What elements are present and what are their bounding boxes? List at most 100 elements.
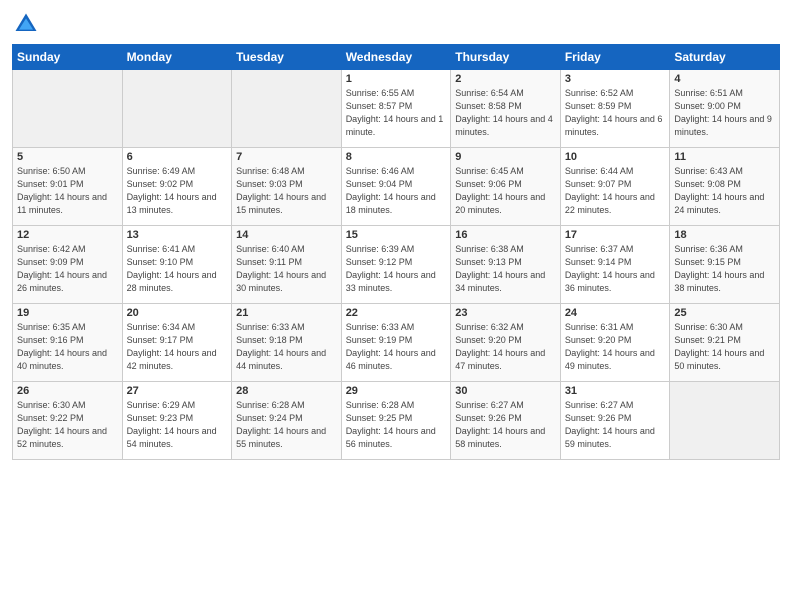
header-cell-sunday: Sunday (13, 45, 123, 70)
header-cell-friday: Friday (560, 45, 670, 70)
day-info: Sunrise: 6:43 AMSunset: 9:08 PMDaylight:… (674, 165, 775, 217)
logo-icon (12, 10, 40, 38)
day-cell: 23 Sunrise: 6:32 AMSunset: 9:20 PMDayligh… (451, 304, 561, 382)
day-info: Sunrise: 6:32 AMSunset: 9:20 PMDaylight:… (455, 321, 556, 373)
day-number: 3 (565, 73, 666, 85)
day-cell: 22 Sunrise: 6:33 AMSunset: 9:19 PMDayligh… (341, 304, 451, 382)
day-info: Sunrise: 6:42 AMSunset: 9:09 PMDaylight:… (17, 243, 118, 295)
day-cell: 19 Sunrise: 6:35 AMSunset: 9:16 PMDayligh… (13, 304, 123, 382)
day-number: 15 (346, 229, 447, 241)
day-info: Sunrise: 6:45 AMSunset: 9:06 PMDaylight:… (455, 165, 556, 217)
day-number: 13 (127, 229, 228, 241)
day-cell: 7 Sunrise: 6:48 AMSunset: 9:03 PMDaylight… (232, 148, 342, 226)
day-cell: 14 Sunrise: 6:40 AMSunset: 9:11 PMDayligh… (232, 226, 342, 304)
day-number: 31 (565, 385, 666, 397)
header (12, 10, 780, 38)
header-cell-saturday: Saturday (670, 45, 780, 70)
day-number: 14 (236, 229, 337, 241)
day-cell: 6 Sunrise: 6:49 AMSunset: 9:02 PMDaylight… (122, 148, 232, 226)
day-number: 8 (346, 151, 447, 163)
day-info: Sunrise: 6:40 AMSunset: 9:11 PMDaylight:… (236, 243, 337, 295)
day-info: Sunrise: 6:55 AMSunset: 8:57 PMDaylight:… (346, 87, 447, 139)
day-cell: 30 Sunrise: 6:27 AMSunset: 9:26 PMDayligh… (451, 382, 561, 460)
header-cell-monday: Monday (122, 45, 232, 70)
day-info: Sunrise: 6:31 AMSunset: 9:20 PMDaylight:… (565, 321, 666, 373)
day-cell: 5Sunrise: 6:50 AMSunset: 9:01 PMDaylight… (13, 148, 123, 226)
day-info: Sunrise: 6:27 AMSunset: 9:26 PMDaylight:… (565, 399, 666, 451)
day-info: Sunrise: 6:41 AMSunset: 9:10 PMDaylight:… (127, 243, 228, 295)
day-cell: 26 Sunrise: 6:30 AMSunset: 9:22 PMDayligh… (13, 382, 123, 460)
day-number: 10 (565, 151, 666, 163)
day-number: 11 (674, 151, 775, 163)
day-info: Sunrise: 6:29 AMSunset: 9:23 PMDaylight:… (127, 399, 228, 451)
day-number: 21 (236, 307, 337, 319)
day-cell: 15 Sunrise: 6:39 AMSunset: 9:12 PMDayligh… (341, 226, 451, 304)
day-number: 25 (674, 307, 775, 319)
day-info: Sunrise: 6:51 AMSunset: 9:00 PMDaylight:… (674, 87, 775, 139)
header-cell-tuesday: Tuesday (232, 45, 342, 70)
logo (12, 10, 44, 38)
day-cell: 20 Sunrise: 6:34 AMSunset: 9:17 PMDayligh… (122, 304, 232, 382)
day-number: 28 (236, 385, 337, 397)
day-cell: 4 Sunrise: 6:51 AMSunset: 9:00 PMDaylight… (670, 70, 780, 148)
day-info: Sunrise: 6:49 AMSunset: 9:02 PMDaylight:… (127, 165, 228, 217)
day-number: 1 (346, 73, 447, 85)
day-number: 19 (17, 307, 118, 319)
day-cell: 17 Sunrise: 6:37 AMSunset: 9:14 PMDayligh… (560, 226, 670, 304)
day-info: Sunrise: 6:33 AMSunset: 9:19 PMDaylight:… (346, 321, 447, 373)
day-number: 9 (455, 151, 556, 163)
day-info: Sunrise: 6:38 AMSunset: 9:13 PMDaylight:… (455, 243, 556, 295)
calendar-table: SundayMondayTuesdayWednesdayThursdayFrid… (12, 44, 780, 460)
day-number: 17 (565, 229, 666, 241)
page: SundayMondayTuesdayWednesdayThursdayFrid… (0, 0, 792, 612)
day-cell: 25Sunrise: 6:30 AMSunset: 9:21 PMDayligh… (670, 304, 780, 382)
day-info: Sunrise: 6:27 AMSunset: 9:26 PMDaylight:… (455, 399, 556, 451)
day-cell: 24Sunrise: 6:31 AMSunset: 9:20 PMDayligh… (560, 304, 670, 382)
day-cell: 18Sunrise: 6:36 AMSunset: 9:15 PMDayligh… (670, 226, 780, 304)
day-number: 16 (455, 229, 556, 241)
day-cell (122, 70, 232, 148)
day-number: 4 (674, 73, 775, 85)
day-cell: 2 Sunrise: 6:54 AMSunset: 8:58 PMDaylight… (451, 70, 561, 148)
header-row: SundayMondayTuesdayWednesdayThursdayFrid… (13, 45, 780, 70)
day-info: Sunrise: 6:30 AMSunset: 9:22 PMDaylight:… (17, 399, 118, 451)
day-cell: 13 Sunrise: 6:41 AMSunset: 9:10 PMDayligh… (122, 226, 232, 304)
day-cell: 1 Sunrise: 6:55 AMSunset: 8:57 PMDaylight… (341, 70, 451, 148)
day-number: 22 (346, 307, 447, 319)
header-cell-thursday: Thursday (451, 45, 561, 70)
week-row-3: 19 Sunrise: 6:35 AMSunset: 9:16 PMDayligh… (13, 304, 780, 382)
day-info: Sunrise: 6:35 AMSunset: 9:16 PMDaylight:… (17, 321, 118, 373)
day-info: Sunrise: 6:46 AMSunset: 9:04 PMDaylight:… (346, 165, 447, 217)
day-number: 7 (236, 151, 337, 163)
day-cell: 29Sunrise: 6:28 AMSunset: 9:25 PMDayligh… (341, 382, 451, 460)
day-info: Sunrise: 6:48 AMSunset: 9:03 PMDaylight:… (236, 165, 337, 217)
day-info: Sunrise: 6:34 AMSunset: 9:17 PMDaylight:… (127, 321, 228, 373)
header-cell-wednesday: Wednesday (341, 45, 451, 70)
day-info: Sunrise: 6:54 AMSunset: 8:58 PMDaylight:… (455, 87, 556, 139)
day-number: 26 (17, 385, 118, 397)
day-cell: 9 Sunrise: 6:45 AMSunset: 9:06 PMDaylight… (451, 148, 561, 226)
day-number: 20 (127, 307, 228, 319)
day-number: 6 (127, 151, 228, 163)
day-info: Sunrise: 6:36 AMSunset: 9:15 PMDaylight:… (674, 243, 775, 295)
day-info: Sunrise: 6:37 AMSunset: 9:14 PMDaylight:… (565, 243, 666, 295)
day-number: 23 (455, 307, 556, 319)
day-cell: 31 Sunrise: 6:27 AMSunset: 9:26 PMDayligh… (560, 382, 670, 460)
week-row-1: 5Sunrise: 6:50 AMSunset: 9:01 PMDaylight… (13, 148, 780, 226)
day-cell (13, 70, 123, 148)
day-cell: 3 Sunrise: 6:52 AMSunset: 8:59 PMDaylight… (560, 70, 670, 148)
day-number: 12 (17, 229, 118, 241)
day-number: 2 (455, 73, 556, 85)
day-cell: 21 Sunrise: 6:33 AMSunset: 9:18 PMDayligh… (232, 304, 342, 382)
week-row-2: 12 Sunrise: 6:42 AMSunset: 9:09 PMDayligh… (13, 226, 780, 304)
day-number: 29 (346, 385, 447, 397)
day-cell: 11 Sunrise: 6:43 AMSunset: 9:08 PMDayligh… (670, 148, 780, 226)
day-info: Sunrise: 6:33 AMSunset: 9:18 PMDaylight:… (236, 321, 337, 373)
day-cell: 27Sunrise: 6:29 AMSunset: 9:23 PMDayligh… (122, 382, 232, 460)
day-info: Sunrise: 6:39 AMSunset: 9:12 PMDaylight:… (346, 243, 447, 295)
day-info: Sunrise: 6:52 AMSunset: 8:59 PMDaylight:… (565, 87, 666, 139)
day-cell (232, 70, 342, 148)
day-cell: 12 Sunrise: 6:42 AMSunset: 9:09 PMDayligh… (13, 226, 123, 304)
week-row-4: 26 Sunrise: 6:30 AMSunset: 9:22 PMDayligh… (13, 382, 780, 460)
day-number: 30 (455, 385, 556, 397)
